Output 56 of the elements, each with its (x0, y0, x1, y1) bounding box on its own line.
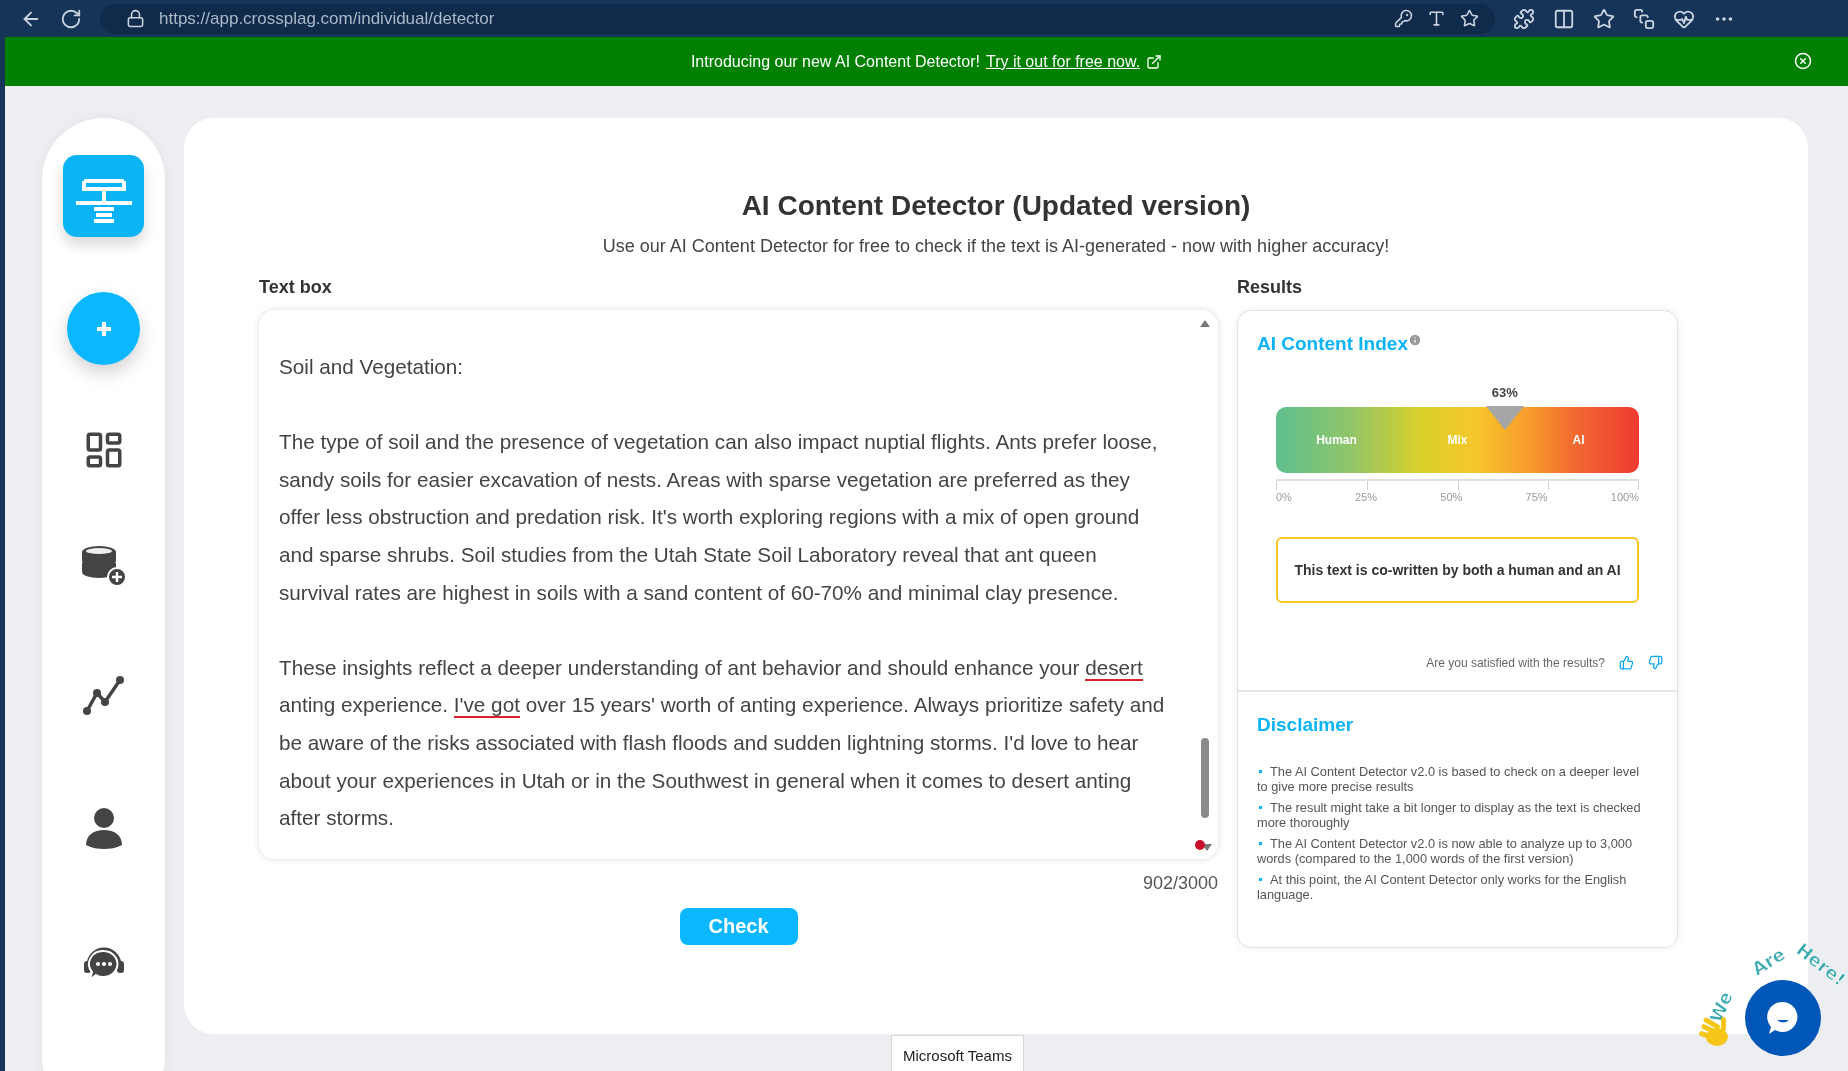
try-it-link[interactable]: Try it out for free now. (985, 52, 1141, 71)
analytics-button[interactable] (81, 675, 126, 715)
lock-icon[interactable] (126, 9, 145, 28)
word-counter: 902/3000 (1142, 873, 1218, 894)
thumbs-up-icon[interactable] (1619, 655, 1634, 670)
text-box-label: Text box (259, 277, 333, 298)
tick-label: 0% (1276, 491, 1292, 503)
plus-icon (94, 319, 113, 338)
info-icon[interactable] (1407, 333, 1422, 347)
text-paragraph: Soil and Vegetation: (279, 354, 465, 380)
tick-label: 50% (1440, 491, 1463, 503)
announcement-text: Introducing our new AI Content Detector! (690, 52, 980, 71)
zone-label: Mix (1446, 433, 1469, 447)
page-title: AI Content Detector (Updated version) (740, 190, 1252, 222)
split-screen-icon[interactable] (1553, 7, 1575, 30)
feedback-question: Are you satisfied with the results? (1426, 655, 1605, 670)
external-link-icon (1146, 53, 1163, 70)
scroll-thumb[interactable] (1201, 738, 1209, 818)
disclaimer-item: The AI Content Detector v2.0 is based to check on a deeper level to give more precise results (1257, 764, 1641, 794)
gauge-reading: 63% (1491, 385, 1518, 400)
stacked-squares-icon[interactable] (1633, 7, 1655, 30)
disclaimer-title: Disclaimer (1257, 714, 1355, 736)
scrollbar[interactable] (1198, 318, 1212, 853)
tick-label: 75% (1525, 491, 1548, 503)
text-paragraph: The type of soil and the presence of vegetation can also impact nuptial flights. Ants prefer loose, sandy soils for easier excavation of nests. Areas with sparse vegetation are preferred as they offer less obstruction and predation risk. It's worth exploring regions with a mix of open ground and sparse shrubs. Soil studies from the Utah State Soil Laboratory reveal that ant queen survival rates are highest in soils with a sand content of 60-70% and minimal clay presence. (279, 429, 1159, 606)
scroll-up-icon[interactable] (1198, 318, 1212, 328)
zone-label: Human (1315, 433, 1358, 447)
key-icon[interactable] (1394, 9, 1413, 28)
text-input-field[interactable] (259, 310, 1218, 859)
database-button[interactable] (80, 545, 127, 587)
user-icon (83, 807, 124, 849)
refresh-icon[interactable] (60, 7, 82, 30)
disclaimer-item: The result might take a bit longer to display as the text is checked more thoroughly (1257, 800, 1642, 830)
close-icon[interactable] (1794, 52, 1812, 70)
disclaimer-item: The AI Content Detector v2.0 is now able to analyze up to 3,000 words (compared to the 1,000 words of the first version) (1257, 836, 1634, 866)
zone-label: AI (1571, 433, 1586, 447)
index-title: AI Content Index (1257, 333, 1408, 355)
text-paragraph: These insights reflect a deeper understanding of ant behavior and should enhance your desert anting experience. I've got over 15 years' worth of anting experience. Always prioritize safety and be aware of the risks associated with flash floods and sudden lightning storms. I'd love to hear about your experiences in Utah or in the Southwest in general when it comes to desert anting after storms. (279, 654, 1166, 832)
verdict-text: This text is co-written by both a human and an AI (1276, 537, 1639, 603)
letter-icon[interactable] (1427, 9, 1446, 28)
star-icon[interactable] (1593, 7, 1615, 30)
caption-word: We (1705, 988, 1737, 1026)
thumbs-down-icon[interactable] (1648, 655, 1663, 670)
database-icon (80, 545, 127, 587)
page-subtitle: Use our AI Content Detector for free to check if the text is AI-generated - now with higher accuracy! (601, 236, 1391, 257)
results-label: Results (1237, 277, 1304, 298)
profile-button[interactable] (83, 807, 124, 849)
tooltip: Microsoft Teams (891, 1035, 1024, 1071)
tick-label: 100% (1610, 491, 1639, 503)
disclaimer-item: At this point, the AI Content Detector only works for the English language. (1257, 872, 1628, 902)
star-icon[interactable] (1460, 9, 1479, 28)
puzzle-icon[interactable] (1513, 7, 1535, 30)
error-dot-icon (1194, 839, 1206, 851)
line-chart-icon (81, 675, 126, 715)
tick-label: 25% (1355, 491, 1378, 503)
caption-word: Are (1748, 943, 1789, 980)
